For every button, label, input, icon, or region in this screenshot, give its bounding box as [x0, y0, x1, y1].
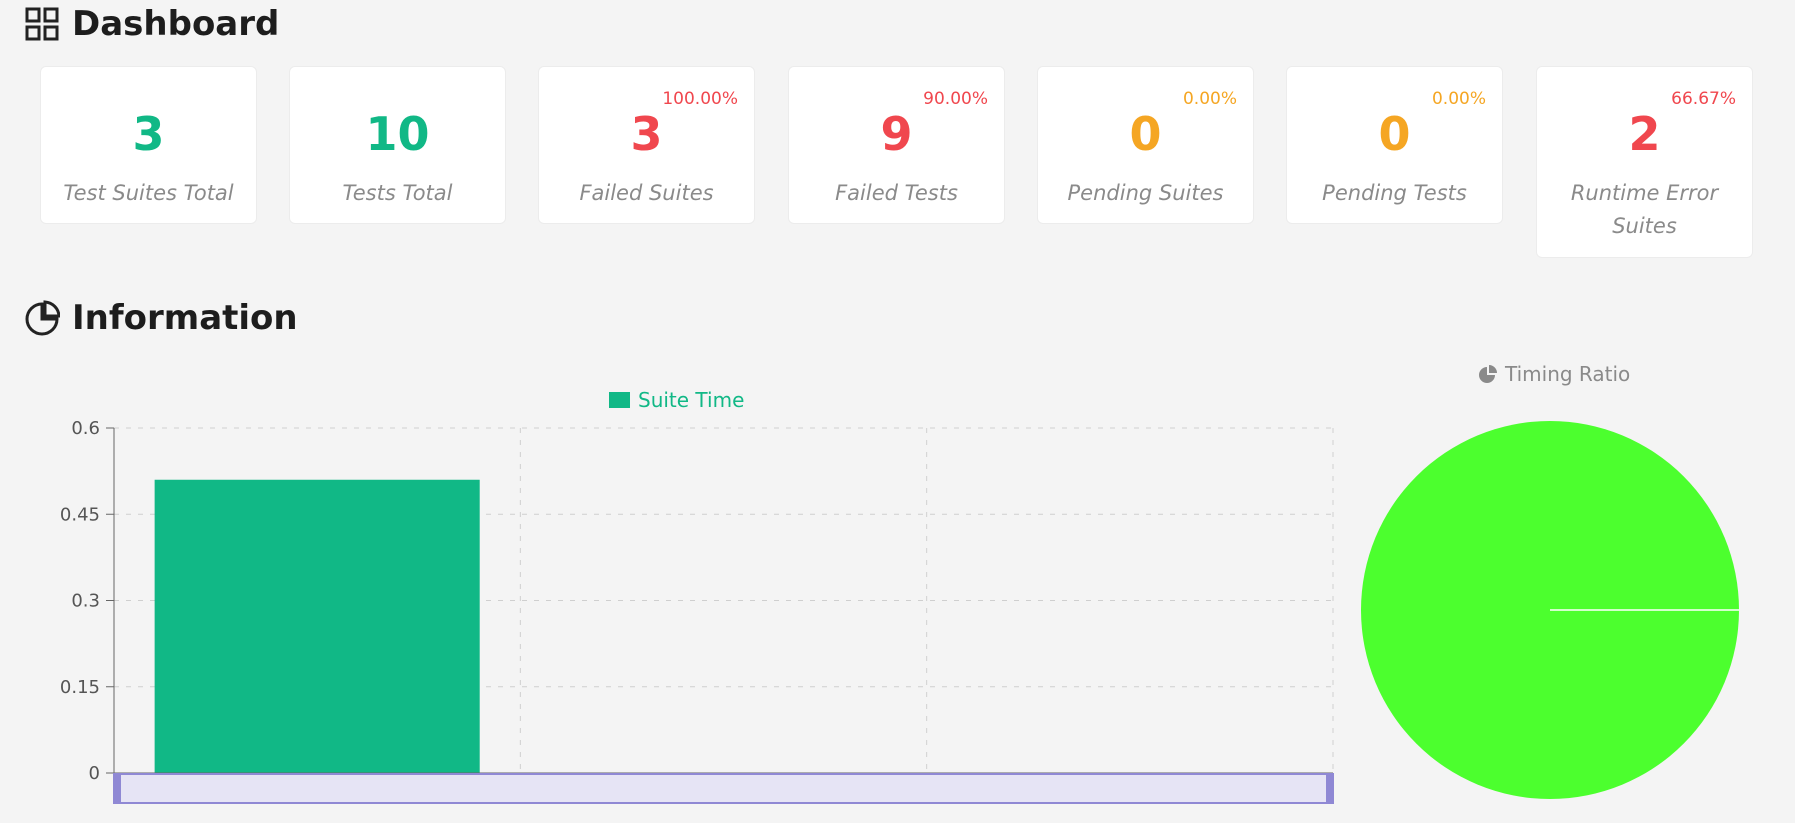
stat-card: 10 Tests Total: [289, 66, 506, 224]
stat-card: 3 Test Suites Total: [40, 66, 257, 224]
y-tick-label: 0: [89, 763, 100, 784]
zoom-handle-right[interactable]: [1326, 774, 1333, 803]
stat-value: 3: [630, 107, 663, 161]
stat-label: Runtime Error Suites: [1570, 181, 1719, 238]
bar[interactable]: [154, 479, 480, 773]
stat-card: 9 Failed Tests 90.00%: [788, 66, 1005, 224]
stat-value: 0: [1378, 107, 1411, 161]
y-tick-label: 0.3: [71, 591, 100, 612]
stat-label: Pending Suites: [1067, 181, 1224, 205]
data-zoom-slider[interactable]: [113, 773, 1334, 804]
stat-value: 10: [365, 107, 430, 161]
stat-card: 0 Pending Tests 0.00%: [1286, 66, 1503, 224]
stat-percent: 90.00%: [923, 89, 988, 109]
stat-cards: 3 Test Suites Total 10 Tests Total 3 Failed S…: [40, 66, 1755, 266]
zoom-handle-left[interactable]: [114, 774, 121, 803]
stat-card: 0 Pending Suites 0.00%: [1037, 66, 1254, 224]
stat-card: 2 Runtime Error Suites 66.67%: [1536, 66, 1753, 258]
stat-label: Failed Suites: [579, 181, 714, 205]
y-tick-label: 0.15: [60, 677, 100, 698]
y-tick-label: 0.6: [71, 418, 100, 439]
stat-label: Failed Tests: [835, 181, 958, 205]
information-heading: Information: [24, 298, 298, 338]
stat-value: 0: [1129, 107, 1162, 161]
information-title: Information: [72, 298, 298, 338]
dashboard-title: Dashboard: [72, 4, 280, 44]
stat-percent: 0.00%: [1182, 89, 1237, 109]
grid-icon: [25, 7, 59, 41]
stat-label: Tests Total: [342, 181, 453, 205]
stat-percent: 0.00%: [1431, 89, 1486, 109]
dashboard-heading: Dashboard: [24, 4, 279, 44]
pie-chart-icon: [25, 300, 60, 336]
stat-label: Test Suites Total: [63, 181, 234, 205]
timing-ratio-pie-chart: [1361, 421, 1739, 799]
stat-percent: 66.67%: [1671, 89, 1736, 109]
suite-time-bar-chart: 0 0.15 0.3 0.45 0.6: [60, 418, 1334, 804]
stat-percent: 100.00%: [662, 89, 738, 109]
y-tick-label: 0.45: [60, 504, 100, 525]
stat-value: 2: [1628, 107, 1661, 161]
stat-label: Pending Tests: [1322, 181, 1467, 205]
stat-value: 9: [880, 107, 913, 161]
stat-card: 3 Failed Suites 100.00%: [538, 66, 755, 224]
stat-value: 3: [132, 107, 165, 161]
